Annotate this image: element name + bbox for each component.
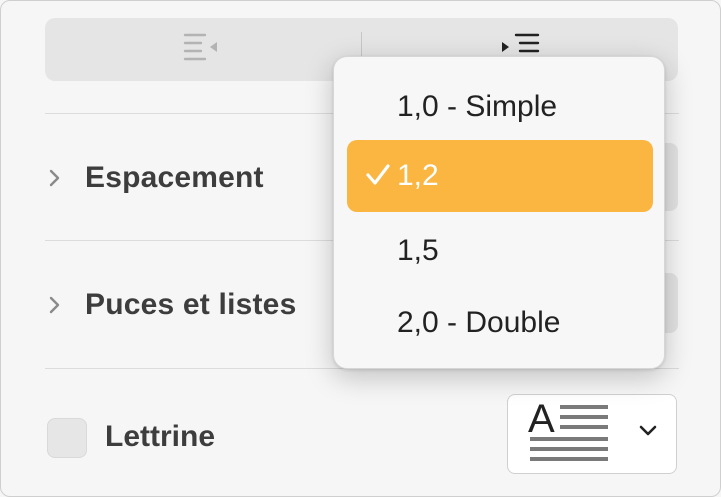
menu-item-1-5[interactable]: 1,5 — [347, 215, 653, 287]
line-spacing-menu: 1,0 - Simple 1,2 1,5 2,0 - Double — [333, 56, 665, 369]
preview-line — [530, 457, 608, 461]
chevron-right-icon — [45, 168, 65, 188]
dropcap-style-popup[interactable]: A — [507, 394, 677, 474]
spacing-label: Espacement — [85, 161, 264, 194]
chevron-right-icon — [45, 295, 65, 315]
menu-item-1-2[interactable]: 1,2 — [347, 140, 653, 212]
checkmark-icon — [365, 162, 391, 196]
menu-item-single[interactable]: 1,0 - Simple — [347, 71, 653, 143]
preview-line — [560, 425, 608, 429]
format-panel: Espacement Puces et listes Lettrine A 1,… — [0, 0, 721, 497]
preview-line — [530, 447, 608, 451]
menu-item-label: 1,5 — [397, 234, 439, 267]
spacing-disclosure[interactable]: Espacement — [45, 161, 264, 195]
preview-line — [560, 405, 608, 409]
dropcap-preview-letter: A — [528, 397, 555, 441]
bullets-label: Puces et listes — [85, 288, 297, 321]
decrease-indent-icon — [183, 31, 223, 68]
bullets-disclosure[interactable]: Puces et listes — [45, 288, 296, 322]
preview-line — [530, 437, 608, 441]
menu-item-label: 2,0 - Double — [397, 306, 561, 339]
dropcap-checkbox[interactable] — [47, 418, 87, 458]
menu-item-label: 1,0 - Simple — [397, 90, 558, 123]
dropcap-label: Lettrine — [105, 420, 216, 453]
menu-item-double[interactable]: 2,0 - Double — [347, 287, 653, 359]
chevron-down-icon — [638, 423, 658, 442]
menu-item-label: 1,2 — [397, 159, 439, 192]
preview-line — [560, 415, 608, 419]
decrease-indent-button[interactable] — [45, 18, 361, 81]
